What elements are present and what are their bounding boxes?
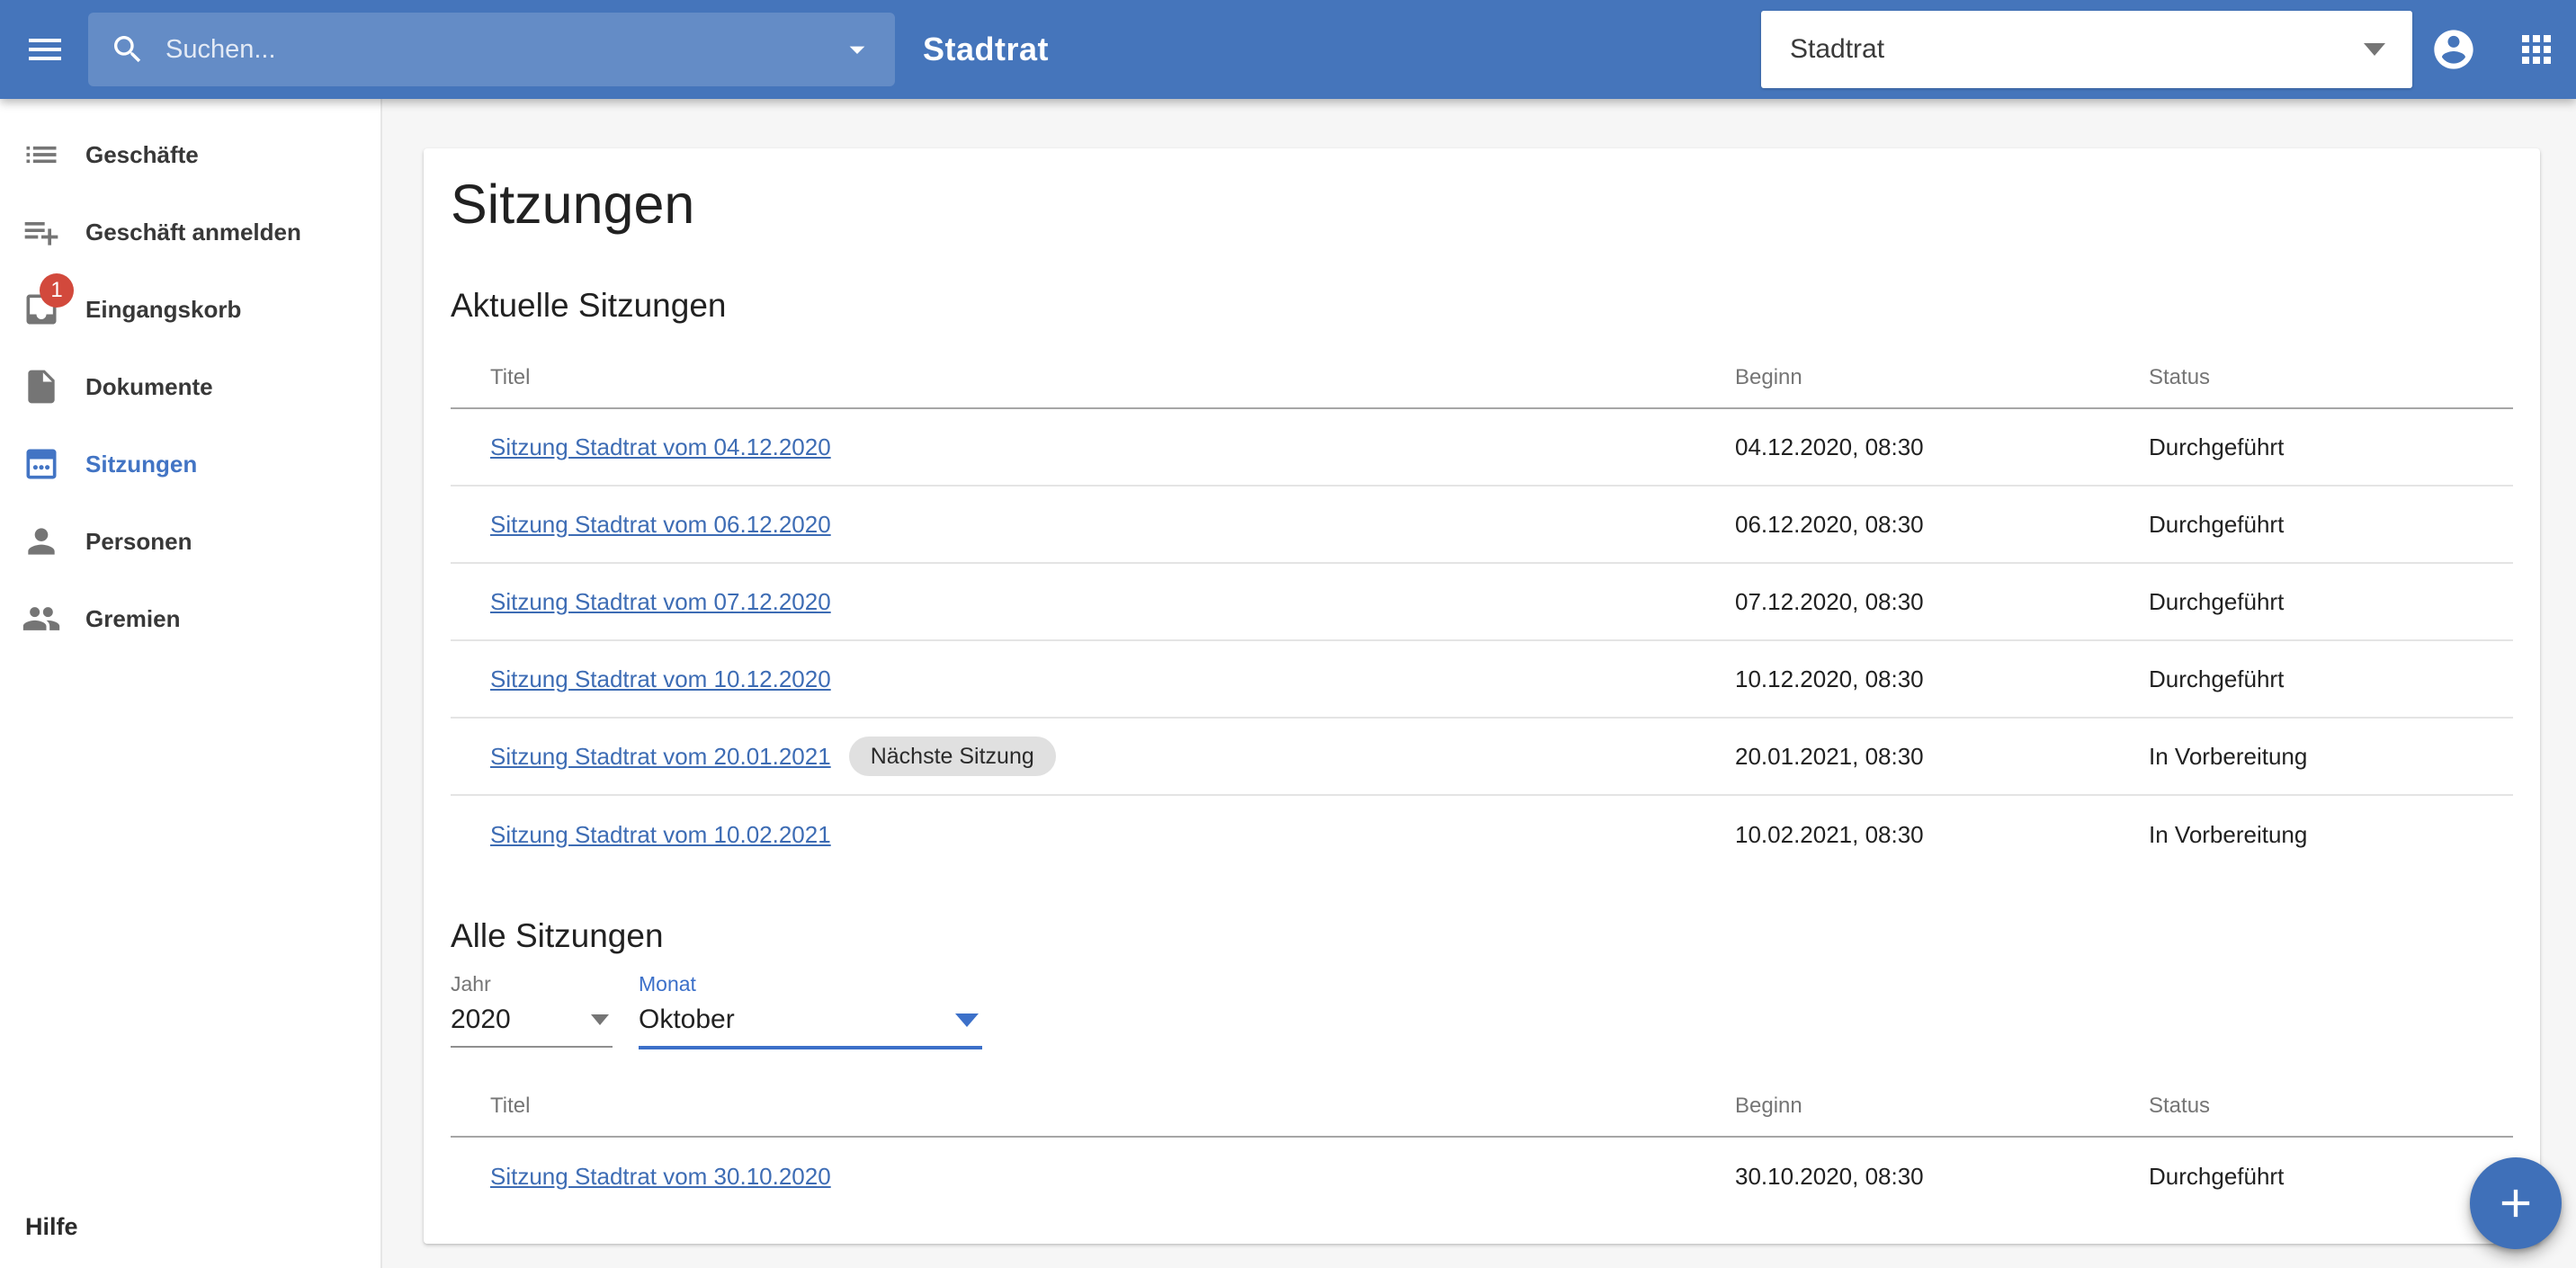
chevron-down-icon bbox=[955, 1013, 979, 1027]
meeting-begin: 10.02.2021, 08:30 bbox=[1735, 820, 1924, 848]
chevron-down-icon bbox=[2364, 43, 2385, 56]
sidebar-item-label: Sitzungen bbox=[85, 450, 198, 478]
meeting-link[interactable]: Sitzung Stadtrat vom 30.10.2020 bbox=[490, 1163, 831, 1191]
meeting-link[interactable]: Sitzung Stadtrat vom 20.01.2021 bbox=[490, 743, 831, 771]
context-select-value: Stadtrat bbox=[1790, 34, 1885, 64]
next-meeting-chip: Nächste Sitzung bbox=[848, 737, 1056, 777]
app-header: Stadtrat Stadtrat bbox=[0, 0, 2576, 99]
section-heading-aktuelle-sitzungen: Aktuelle Sitzungen bbox=[451, 287, 727, 325]
hamburger-icon bbox=[23, 28, 67, 71]
all-meetings-table: Titel Beginn Status Sitzung Stadtrat vom… bbox=[451, 1076, 2513, 1215]
month-select[interactable]: Monat Oktober bbox=[639, 972, 982, 1050]
apps-grid-button[interactable] bbox=[2508, 21, 2565, 78]
add-meeting-fab[interactable] bbox=[2470, 1157, 2562, 1249]
global-search-combobox[interactable] bbox=[88, 13, 895, 86]
sidebar-item-label: Geschäfte bbox=[85, 140, 199, 168]
table-row: Sitzung Stadtrat vom 20.01.2021 Nächste … bbox=[451, 719, 2513, 797]
context-select[interactable]: Stadtrat bbox=[1761, 11, 2412, 88]
sidebar-item-dokumente[interactable]: Dokumente bbox=[0, 348, 380, 425]
meeting-link[interactable]: Sitzung Stadtrat vom 07.12.2020 bbox=[490, 588, 831, 616]
meeting-filters: Jahr 2020 Monat Oktober bbox=[451, 972, 2513, 1050]
meeting-link[interactable]: Sitzung Stadtrat vom 10.02.2021 bbox=[490, 821, 831, 849]
sidebar-item-sitzungen[interactable]: Sitzungen bbox=[0, 425, 380, 503]
people-icon bbox=[22, 599, 61, 638]
sidebar-item-geschaeft-anmelden[interactable]: Geschäft anmelden bbox=[0, 193, 380, 271]
chevron-down-icon bbox=[591, 1014, 609, 1026]
sidebar-item-label: Geschäft anmelden bbox=[85, 218, 301, 246]
person-icon bbox=[22, 522, 61, 561]
table-row: Sitzung Stadtrat vom 30.10.2020 30.10.20… bbox=[451, 1138, 2513, 1215]
meeting-begin: 07.12.2020, 08:30 bbox=[1735, 587, 1924, 615]
table-row: Sitzung Stadtrat vom 07.12.2020 07.12.20… bbox=[451, 564, 2513, 642]
sidebar-item-label: Eingangskorb bbox=[85, 295, 242, 323]
table-header-row: Titel Beginn Status bbox=[451, 348, 2513, 410]
meeting-status: Durchgeführt bbox=[2149, 665, 2285, 692]
table-row: Sitzung Stadtrat vom 04.12.2020 04.12.20… bbox=[451, 409, 2513, 487]
meeting-begin: 04.12.2020, 08:30 bbox=[1735, 433, 1924, 460]
playlist-add-icon bbox=[22, 212, 61, 252]
plus-icon bbox=[2492, 1180, 2539, 1227]
menu-button[interactable] bbox=[16, 21, 74, 78]
meeting-status: Durchgeführt bbox=[2149, 510, 2285, 538]
inbox-icon: 1 bbox=[22, 273, 74, 329]
list-icon bbox=[22, 135, 61, 174]
current-meetings-table: Titel Beginn Status Sitzung Stadtrat vom… bbox=[451, 348, 2513, 873]
table-row: Sitzung Stadtrat vom 10.02.2021 10.02.20… bbox=[451, 796, 2513, 873]
column-header-beginn: Beginn bbox=[1735, 365, 1802, 390]
meeting-status: Durchgeführt bbox=[2149, 1162, 2285, 1190]
table-row: Sitzung Stadtrat vom 10.12.2020 10.12.20… bbox=[451, 641, 2513, 719]
section-heading-alle-sitzungen: Alle Sitzungen bbox=[451, 917, 664, 955]
table-row: Sitzung Stadtrat vom 06.12.2020 06.12.20… bbox=[451, 487, 2513, 565]
year-select[interactable]: Jahr 2020 bbox=[451, 972, 613, 1049]
sidebar-item-gremien[interactable]: Gremien bbox=[0, 580, 380, 657]
chevron-down-icon[interactable] bbox=[839, 31, 875, 67]
app-title: Stadtrat bbox=[923, 31, 1050, 67]
account-button[interactable] bbox=[2425, 21, 2482, 78]
meeting-status: In Vorbereitung bbox=[2149, 820, 2308, 848]
table-header-row: Titel Beginn Status bbox=[451, 1076, 2513, 1139]
year-select-value: 2020 bbox=[451, 1005, 511, 1035]
month-select-value: Oktober bbox=[639, 1005, 735, 1035]
sidebar-item-geschaefte[interactable]: Geschäfte bbox=[0, 116, 380, 193]
meeting-status: Durchgeführt bbox=[2149, 587, 2285, 615]
column-header-status: Status bbox=[2149, 365, 2211, 390]
meeting-begin: 10.12.2020, 08:30 bbox=[1735, 665, 1924, 692]
main-content: Sitzungen Aktuelle Sitzungen Titel Begin… bbox=[382, 99, 2576, 1268]
page-title: Sitzungen bbox=[451, 174, 695, 235]
sidebar-item-personen[interactable]: Personen bbox=[0, 503, 380, 580]
help-link[interactable]: Hilfe bbox=[25, 1213, 78, 1241]
column-header-beginn: Beginn bbox=[1735, 1094, 1802, 1119]
meeting-begin: 06.12.2020, 08:30 bbox=[1735, 510, 1924, 538]
meeting-begin: 30.10.2020, 08:30 bbox=[1735, 1162, 1924, 1190]
sidebar-item-label: Dokumente bbox=[85, 372, 213, 400]
meeting-link[interactable]: Sitzung Stadtrat vom 04.12.2020 bbox=[490, 433, 831, 461]
meeting-status: Durchgeführt bbox=[2149, 433, 2285, 460]
meeting-status: In Vorbereitung bbox=[2149, 742, 2308, 770]
sidebar-item-label: Personen bbox=[85, 527, 192, 555]
month-select-label: Monat bbox=[639, 972, 696, 996]
column-header-titel: Titel bbox=[490, 1094, 531, 1119]
meeting-begin: 20.01.2021, 08:30 bbox=[1735, 742, 1924, 770]
search-icon bbox=[110, 31, 146, 67]
account-circle-icon bbox=[2430, 26, 2477, 73]
column-header-status: Status bbox=[2149, 1094, 2211, 1119]
apps-grid-icon bbox=[2515, 28, 2558, 71]
sitzungen-card: Sitzungen Aktuelle Sitzungen Titel Begin… bbox=[424, 148, 2540, 1245]
year-select-label: Jahr bbox=[451, 972, 491, 996]
sidebar-nav: Geschäfte Geschäft anmelden 1 Eingangsko… bbox=[0, 99, 382, 1268]
sidebar-item-label: Gremien bbox=[85, 604, 181, 632]
inbox-count-badge: 1 bbox=[40, 273, 74, 308]
meeting-link[interactable]: Sitzung Stadtrat vom 10.12.2020 bbox=[490, 665, 831, 693]
document-icon bbox=[22, 367, 61, 406]
meeting-link[interactable]: Sitzung Stadtrat vom 06.12.2020 bbox=[490, 511, 831, 539]
column-header-titel: Titel bbox=[490, 365, 531, 390]
sidebar-item-eingangskorb[interactable]: 1 Eingangskorb bbox=[0, 271, 380, 348]
search-input[interactable] bbox=[164, 33, 839, 66]
calendar-icon bbox=[22, 444, 61, 484]
